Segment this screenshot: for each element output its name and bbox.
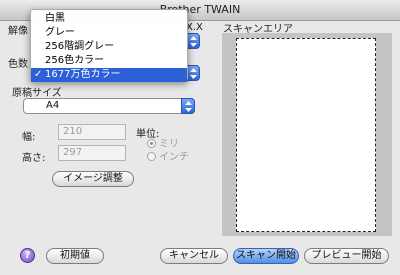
checkmark-icon: ✓	[34, 69, 43, 80]
width-label: 幅:	[22, 132, 36, 143]
updown-arrows-icon	[190, 68, 197, 79]
menu-item-bw[interactable]: 白黒	[31, 12, 187, 26]
color-type-label: 色数	[8, 59, 28, 70]
radio-label: ミリ	[159, 139, 179, 150]
scan-area-selection[interactable]	[236, 38, 376, 232]
updown-arrows-icon	[185, 101, 192, 112]
radio-icon	[147, 152, 156, 161]
color-type-select-button[interactable]	[186, 65, 200, 81]
start-scan-button[interactable]: スキャン開始	[233, 248, 299, 264]
menu-item-256-gray[interactable]: 256階調グレー	[31, 40, 187, 54]
resolution-label: 解像	[8, 26, 28, 37]
cancel-button[interactable]: キャンセル	[160, 248, 228, 264]
menu-item-label: 白黒	[45, 13, 65, 24]
help-icon[interactable]: ?	[20, 248, 35, 263]
menu-item-label: グレー	[45, 27, 75, 38]
menu-item-256-color[interactable]: 256色カラー	[31, 54, 187, 68]
radio-icon	[147, 139, 156, 148]
resolution-value: X.X	[186, 22, 203, 33]
updown-arrows-icon	[190, 36, 197, 47]
document-size-select[interactable]: A4	[23, 98, 195, 114]
unit-label: 単位:	[136, 129, 160, 140]
menu-item-label: 256階調グレー	[45, 41, 115, 52]
height-label: 高さ:	[22, 153, 46, 164]
resolution-select-button[interactable]	[186, 33, 200, 49]
width-field[interactable]: 210	[58, 124, 126, 140]
menu-item-24bit-color[interactable]: ✓ 1677万色カラー	[31, 68, 187, 82]
menu-item-gray[interactable]: グレー	[31, 26, 187, 40]
default-button[interactable]: 初期値	[46, 248, 104, 264]
height-field[interactable]: 297	[58, 145, 126, 161]
menu-item-label: 256色カラー	[45, 55, 105, 66]
color-type-menu[interactable]: 白黒 グレー 256階調グレー 256色カラー ✓ 1677万色カラー	[30, 9, 188, 82]
unit-radio-mm[interactable]: ミリ	[147, 139, 179, 151]
image-adjust-button[interactable]: イメージ調整	[52, 171, 134, 187]
unit-radio-inch[interactable]: インチ	[147, 152, 189, 164]
radio-label: インチ	[159, 152, 189, 163]
prescan-button[interactable]: プレビュー開始	[304, 248, 389, 264]
document-size-label: 原稿サイズ	[12, 88, 62, 99]
menu-item-label: 1677万色カラー	[45, 69, 121, 80]
document-size-value: A4	[46, 100, 60, 111]
